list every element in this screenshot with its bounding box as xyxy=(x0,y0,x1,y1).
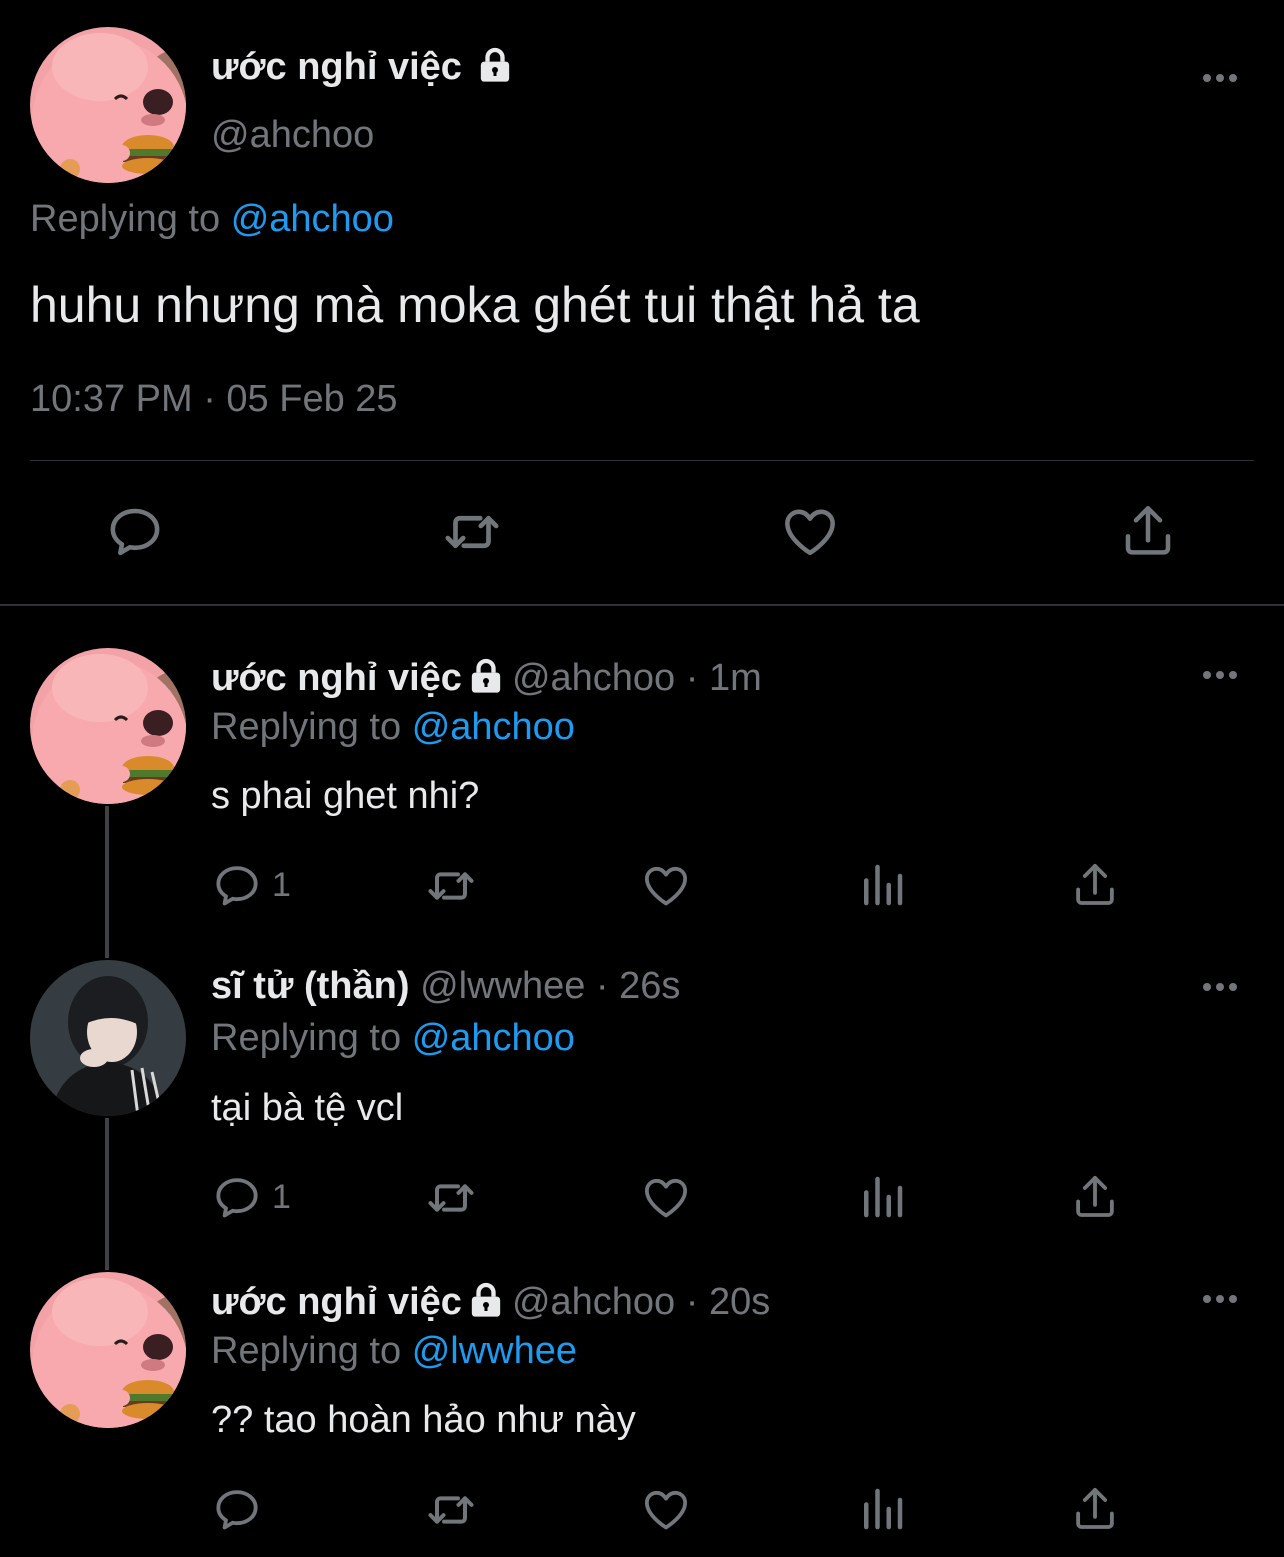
retweet-icon[interactable] xyxy=(423,1482,479,1538)
display-name[interactable]: ước nghỉ việc xyxy=(211,1281,462,1323)
display-name[interactable]: sĩ tử (thần) xyxy=(211,965,410,1007)
reply-count: 1 xyxy=(272,1178,291,1216)
replying-to: Replying to @ahchoo xyxy=(30,198,394,241)
replying-prefix: Replying to xyxy=(211,1017,402,1059)
share-icon[interactable] xyxy=(1068,1482,1122,1536)
like-icon[interactable] xyxy=(639,1170,693,1224)
reply-icon[interactable] xyxy=(210,858,264,912)
reply-text: ?? tao hoàn hảo như này xyxy=(211,1399,636,1441)
reply-icon[interactable] xyxy=(210,1482,264,1536)
reply-header: ước nghỉ việc @ahchoo · 1m xyxy=(211,657,762,700)
views-icon[interactable] xyxy=(855,858,909,912)
views-icon[interactable] xyxy=(855,1170,909,1224)
share-icon[interactable] xyxy=(1116,499,1180,563)
lock-icon xyxy=(466,656,506,696)
avatar[interactable] xyxy=(30,1272,186,1428)
replying-to-link[interactable]: @ahchoo xyxy=(231,198,394,240)
lock-icon xyxy=(466,1280,506,1320)
avatar[interactable] xyxy=(30,648,186,804)
replying-to-link[interactable]: @ahchoo xyxy=(412,1017,575,1059)
thread-line xyxy=(105,1118,109,1270)
retweet-icon[interactable] xyxy=(423,1170,479,1226)
reply-header: sĩ tử (thần) @lwwhee · 26s xyxy=(211,965,680,1008)
section-divider xyxy=(0,604,1284,606)
retweet-icon[interactable] xyxy=(423,858,479,914)
replying-prefix: Replying to xyxy=(30,198,221,240)
divider xyxy=(30,460,1254,461)
replying-to-link[interactable]: @ahchoo xyxy=(412,706,575,748)
like-icon[interactable] xyxy=(639,858,693,912)
replying-to-link[interactable]: @lwwhee xyxy=(412,1330,577,1372)
reply-icon[interactable] xyxy=(210,1170,264,1224)
reply-header: ước nghỉ việc @ahchoo · 20s xyxy=(211,1281,770,1324)
views-icon[interactable] xyxy=(855,1482,909,1536)
replying-to: Replying to @ahchoo xyxy=(211,706,575,749)
retweet-icon[interactable] xyxy=(439,499,505,565)
more-icon[interactable] xyxy=(1203,983,1237,991)
display-name[interactable]: ước nghỉ việc xyxy=(211,657,462,699)
timestamp: 10:37 PM · 05 Feb 25 xyxy=(30,378,398,420)
reply-text: s phai ghet nhi? xyxy=(211,775,480,817)
more-icon[interactable] xyxy=(1203,671,1237,679)
like-icon[interactable] xyxy=(778,499,842,563)
reply-icon[interactable] xyxy=(103,499,167,563)
more-icon[interactable] xyxy=(1203,1295,1237,1303)
avatar[interactable] xyxy=(30,960,186,1116)
avatar[interactable] xyxy=(30,27,186,183)
handle-time[interactable]: @ahchoo · 1m xyxy=(512,657,762,699)
replying-to: Replying to @ahchoo xyxy=(211,1017,575,1060)
like-icon[interactable] xyxy=(639,1482,693,1536)
replying-to: Replying to @lwwhee xyxy=(211,1330,577,1373)
reply-count: 1 xyxy=(272,866,291,904)
handle[interactable]: @ahchoo xyxy=(211,114,374,157)
reply-text: tại bà tệ vcl xyxy=(211,1087,404,1129)
tweet-text: huhu nhưng mà moka ghét tui thật hả ta xyxy=(30,277,920,333)
more-icon[interactable] xyxy=(1203,74,1237,82)
handle-time[interactable]: @ahchoo · 20s xyxy=(512,1281,770,1323)
lock-icon xyxy=(475,45,515,85)
author-line: ước nghỉ việc xyxy=(211,46,515,89)
share-icon[interactable] xyxy=(1068,1170,1122,1224)
thread-line xyxy=(105,806,109,958)
display-name[interactable]: ước nghỉ việc xyxy=(211,46,462,88)
share-icon[interactable] xyxy=(1068,858,1122,912)
handle-time[interactable]: @lwwhee · 26s xyxy=(420,965,680,1007)
replying-prefix: Replying to xyxy=(211,706,402,748)
replying-prefix: Replying to xyxy=(211,1330,402,1372)
